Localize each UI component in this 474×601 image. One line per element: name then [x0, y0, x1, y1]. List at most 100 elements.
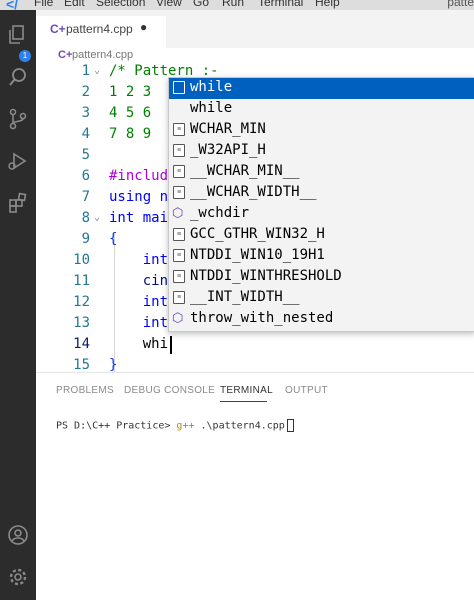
suggestion-item[interactable]: ≡ NTDDI_WIN10_19H1	[169, 246, 474, 267]
fold-chevron-icon[interactable]: ⌄	[94, 65, 100, 76]
cpp-file-icon: C+	[58, 49, 73, 61]
suggestion-item[interactable]: while	[169, 78, 474, 99]
account-icon[interactable]	[4, 524, 32, 552]
suggestion-item[interactable]: while	[169, 99, 474, 120]
suggestion-item[interactable]: ≡ __INT_WIDTH__	[169, 288, 474, 309]
text-cursor	[170, 336, 172, 354]
line-number: 15	[73, 357, 90, 373]
suggestion-item[interactable]: ≡ _W32API_H	[169, 141, 474, 162]
tab-pattern4-cpp[interactable]: C+ pattern4.cpp ●	[36, 16, 166, 48]
suggestion-label: NTDDI_WIN10_19H1	[190, 247, 325, 263]
code-line-13: int	[109, 315, 169, 331]
suggestion-label: __WCHAR_MIN__	[190, 163, 300, 179]
text-icon: ≡	[173, 165, 185, 178]
text-icon: ≡	[173, 270, 185, 283]
keyword-icon	[173, 102, 183, 113]
tab-debug-console[interactable]: DEBUG CONSOLE	[124, 385, 215, 396]
run-debug-icon[interactable]	[4, 150, 32, 178]
tab-problems[interactable]: PROBLEMS	[56, 385, 114, 396]
terminal-output[interactable]: PS D:\C++ Practice> g++ .\pattern4.cpp	[56, 419, 294, 432]
breadcrumb: C+ pattern4.cpp	[36, 48, 474, 64]
line-number: 13	[73, 315, 90, 331]
text-icon: ≡	[173, 228, 185, 241]
suggestion-item[interactable]: ≡ __WCHAR_MIN__	[169, 162, 474, 183]
suggestion-label: __INT_WIDTH__	[190, 289, 300, 305]
terminal-cursor	[286, 419, 294, 432]
method-cube-icon: ⬡	[172, 205, 184, 220]
tab-terminal[interactable]: TERMINAL	[220, 385, 273, 396]
window-title: patte	[447, 0, 474, 9]
fold-chevron-icon[interactable]: ⌄	[94, 212, 100, 223]
line-number: 4	[81, 126, 90, 142]
suggestion-item[interactable]: ≡ WCHAR_MIN	[169, 120, 474, 141]
bottom-panel: PROBLEMS DEBUG CONSOLE TERMINAL OUTPUT P…	[36, 372, 474, 601]
snippet-icon	[173, 81, 185, 94]
search-icon[interactable]	[4, 66, 32, 94]
text-icon: ≡	[173, 123, 185, 136]
line-number-active: 14	[73, 336, 90, 352]
line-number: 9	[81, 231, 90, 247]
code-line-11: cin	[109, 273, 169, 289]
menu-edit[interactable]: Edit	[64, 0, 85, 9]
line-number: 11	[73, 273, 90, 289]
suggestion-label: throw_with_nested	[190, 310, 334, 326]
code-line-14: whi	[109, 336, 169, 352]
code-line-7: using n	[109, 189, 169, 205]
menu-help[interactable]: Help	[315, 0, 340, 9]
line-number: 7	[81, 189, 90, 205]
text-icon: ≡	[173, 291, 185, 304]
terminal-args: .\pattern4.cpp	[194, 420, 285, 432]
suggestion-item[interactable]: ≡ NTDDI_WINTHRESHOLD	[169, 267, 474, 288]
menu-selection[interactable]: Selection	[96, 0, 145, 9]
code-line-15: }	[109, 357, 118, 373]
suggestion-label: while	[190, 100, 233, 116]
suggestion-item[interactable]: ≡ __WCHAR_WIDTH__	[169, 183, 474, 204]
line-number: 8	[81, 210, 90, 226]
breadcrumb-file[interactable]: pattern4.cpp	[72, 49, 133, 61]
menu-run[interactable]: Run	[222, 0, 244, 9]
explorer-badge: 1	[19, 50, 31, 62]
tab-label: pattern4.cpp	[66, 22, 133, 36]
code-line-2: 1 2 3	[109, 84, 152, 100]
menu-go[interactable]: Go	[193, 0, 209, 9]
suggestion-label: while	[190, 79, 233, 95]
menu-file[interactable]: File	[34, 0, 53, 9]
suggestion-label: WCHAR_MIN	[190, 121, 266, 137]
suggestion-label: _W32API_H	[190, 142, 266, 158]
method-cube-icon: ⬡	[172, 310, 184, 325]
tab-output[interactable]: OUTPUT	[285, 385, 328, 396]
menu-bar: </ File Edit Selection View Go Run Termi…	[0, 0, 474, 10]
code-line-9: {	[109, 231, 118, 247]
cpp-file-icon: C+	[50, 22, 66, 36]
text-icon: ≡	[173, 144, 185, 157]
suggestion-item[interactable]: ⬡ _wchdir	[169, 204, 474, 225]
code-line-4: 7 8 9	[109, 126, 152, 142]
line-number: 3	[81, 105, 90, 121]
autocomplete-popup: while while ≡ WCHAR_MIN ≡ _W32API_H ≡ __…	[168, 77, 474, 332]
terminal-prompt: PS D:\C++ Practice>	[56, 420, 177, 432]
menu-terminal[interactable]: Terminal	[258, 0, 303, 9]
vscode-logo-icon: </	[6, 0, 19, 10]
line-number: 6	[81, 168, 90, 184]
text-icon: ≡	[173, 186, 185, 199]
line-number: 5	[81, 147, 90, 163]
source-control-icon[interactable]	[4, 108, 32, 136]
code-line-12: int	[109, 294, 169, 310]
unsaved-dot-icon[interactable]: ●	[140, 20, 147, 34]
suggestion-item[interactable]: ⬡ throw_with_nested	[169, 309, 474, 330]
line-number: 2	[81, 84, 90, 100]
gear-icon[interactable]	[4, 566, 32, 594]
code-line-3: 4 5 6	[109, 105, 152, 121]
suggestion-item[interactable]: ≡ GCC_GTHR_WIN32_H	[169, 225, 474, 246]
active-tab-underline	[220, 401, 267, 402]
code-line-8: int mai	[109, 210, 169, 226]
line-number: 1	[81, 63, 90, 79]
terminal-command: g++	[176, 420, 195, 432]
extensions-icon[interactable]	[4, 192, 32, 220]
suggestion-label: _wchdir	[190, 205, 250, 221]
menu-view[interactable]: View	[156, 0, 182, 9]
text-icon: ≡	[173, 249, 185, 262]
explorer-icon[interactable]	[4, 24, 32, 52]
code-line-6: #includ	[109, 168, 169, 184]
line-number: 10	[73, 252, 90, 268]
